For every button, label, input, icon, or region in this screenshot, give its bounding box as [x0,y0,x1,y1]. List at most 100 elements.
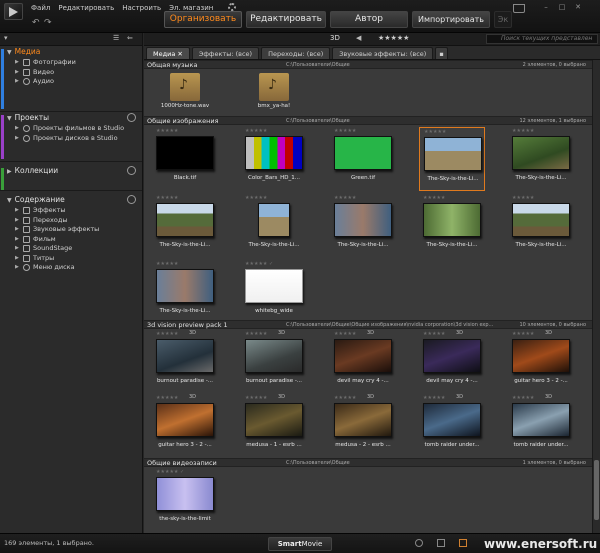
rating-stars[interactable]: ★★★★★ [156,395,178,401]
media-tile[interactable]: bmx_ya-ha! [241,71,307,113]
media-tile[interactable]: ★★★★★ 3D guitar hero 3 - 2 -... [152,394,218,458]
tab-media[interactable]: Медиа ✕ [146,47,190,59]
bookmark-icon[interactable]: ▾ [4,34,8,42]
media-tile[interactable]: ★★★★★ The-Sky-is-the-Li... [241,194,307,258]
sidebar-item-video[interactable]: ▶ Видео [7,68,142,78]
media-tile[interactable]: ★★★★★ Color_Bars_HD_1... [241,127,307,191]
sidebar-content-title[interactable]: ▼ Содержание [7,194,142,206]
sidebar-item-titles[interactable]: ▶ Титры [7,254,142,264]
sidebar-item-movie-projects[interactable]: ▶ Проекты фильмов в Studio [7,124,142,134]
media-tile[interactable]: ★★★★★ 3D burnout paradise -... [152,330,218,394]
tab-export[interactable]: Эк [494,11,512,28]
undo-icon[interactable]: ↶ [32,18,40,28]
tab-import[interactable]: Импортировать [412,11,490,28]
rating-stars[interactable]: ★★★★★ [512,128,534,134]
tab-organize[interactable]: Организовать [164,11,242,28]
rating-stars[interactable]: ★★★★★ [334,128,356,134]
new-tab-icon[interactable]: ▪ [435,47,448,59]
rating-stars[interactable]: ★★★★★ [156,261,178,267]
media-tile[interactable]: ★★★★★ 3D tomb raider under... [419,394,485,458]
media-tile[interactable]: ★★★★★ Green.tif [330,127,396,191]
rating-stars[interactable]: ★★★★★ [245,395,267,401]
menu-file[interactable]: Файл [31,4,50,12]
media-tile[interactable]: ★★★★★ Black.tif [152,127,218,191]
smartmovie-button[interactable]: SmartMovie [268,537,332,551]
media-tile[interactable]: ★★★★★ The-Sky-is-the-Li... [419,127,485,191]
media-tile[interactable]: ★★★★★ ✓ the-sky-is-the-limit [152,468,218,532]
rating-stars[interactable]: ★★★★★ [334,395,356,401]
media-tile[interactable]: ★★★★★ 3D medusa - 1 - esrb ... [241,394,307,458]
cart-icon[interactable] [513,4,525,13]
search-icon[interactable] [127,195,136,204]
rating-stars[interactable]: ★★★★★ [245,195,267,201]
tab-edit[interactable]: Редактировать [246,11,326,28]
media-tile[interactable]: ★★★★★ The-Sky-is-the-Li... [152,260,218,324]
navigator-icon[interactable]: ⇐ [127,34,133,42]
media-tile[interactable]: ★★★★★ 3D guitar hero 3 - 2 -... [508,330,574,394]
rating-stars[interactable]: ★★★★★ [423,331,445,337]
vertical-scrollbar[interactable] [592,60,600,533]
grid-view-icon[interactable] [459,539,467,547]
group-header[interactable]: 3d vision preview pack 1 C:\Пользователи… [144,320,592,329]
sidebar-item-audio[interactable]: ▶ Аудио [7,77,142,87]
sidebar-projects-title[interactable]: ▼ Проекты [7,112,142,124]
group-header[interactable]: Общие изображения C:\Пользователи\Общие … [144,116,592,125]
sidebar-item-transitions[interactable]: ▶ Переходы [7,216,142,226]
rating-filter[interactable]: ★★★★★ [378,34,409,42]
minimize-icon[interactable]: – [540,3,552,12]
stereo-3d-filter[interactable]: 3D [330,34,340,42]
tab-transitions[interactable]: Переходы: (все) [261,47,331,59]
search-icon[interactable] [127,113,136,122]
sidebar-item-sound-effects[interactable]: ▶ Звуковые эффекты [7,225,142,235]
search-input[interactable]: Поиск текущих представлен [486,34,598,44]
rating-stars[interactable]: ★★★★★ ✓ [245,261,273,267]
gear-icon[interactable] [228,3,236,11]
tab-author[interactable]: Автор [330,11,408,28]
tab-sound-effects[interactable]: Звуковые эффекты: (все) [332,47,434,59]
copy-icon[interactable] [437,539,445,547]
sidebar-item-disc-projects[interactable]: ▶ Проекты дисков в Studio [7,134,142,144]
rating-stars[interactable]: ★★★★★ [423,395,445,401]
sidebar-item-disc-menu[interactable]: ▶ Меню диска [7,263,142,273]
group-header[interactable]: Общая музыка C:\Пользователи\Общие 2 эле… [144,60,592,69]
group-header[interactable]: Общие видеозаписи C:\Пользователи\Общие … [144,458,592,467]
maximize-icon[interactable]: □ [556,3,568,12]
media-tile[interactable]: ★★★★★ 3D burnout paradise -... [241,330,307,394]
rating-stars[interactable]: ★★★★★ [156,128,178,134]
media-tile[interactable]: ★★★★★ The-Sky-is-the-Li... [508,194,574,258]
media-tile[interactable]: ★★★★★ The-Sky-is-the-Li... [419,194,485,258]
menu-edit[interactable]: Редактировать [58,4,114,12]
rating-stars[interactable]: ★★★★★ [512,395,534,401]
sidebar-item-soundstage[interactable]: ▶ SoundStage [7,244,142,254]
rating-stars[interactable]: ★★★★★ [512,195,534,201]
media-tile[interactable]: ★★★★★ The-Sky-is-the-Li... [152,194,218,258]
sidebar-media-title[interactable]: ▼ Медиа [7,46,142,58]
close-icon[interactable]: ✕ [572,3,584,12]
media-tile[interactable]: ★★★★★ The-Sky-is-the-Li... [508,127,574,191]
media-tile[interactable]: ★★★★★ ✓ whitebg_wide [241,260,307,324]
tab-effects[interactable]: Эффекты: (все) [191,47,260,59]
list-view-icon[interactable]: ☰ [113,34,119,42]
search-icon[interactable] [127,166,136,175]
rating-stars[interactable]: ★★★★★ ✓ [156,469,184,475]
media-tile[interactable]: ★★★★★ 3D devil may cry 4 -... [330,330,396,394]
rating-stars[interactable]: ★★★★★ [512,331,534,337]
rating-stars[interactable]: ★★★★★ [156,331,178,337]
tag-filter-icon[interactable]: ◀ [356,34,361,42]
sidebar-item-movie[interactable]: ▶ Фильм [7,235,142,245]
redo-icon[interactable]: ↷ [44,18,52,28]
rating-stars[interactable]: ★★★★★ [245,128,267,134]
rating-stars[interactable]: ★★★★★ [423,195,445,201]
media-tile[interactable]: 1000Hz-tone.wav [152,71,218,113]
rating-stars[interactable]: ★★★★★ [334,195,356,201]
sidebar-collections-title[interactable]: ▶ Коллекции [7,165,142,177]
rating-stars[interactable]: ★★★★★ [334,331,356,337]
rating-stars[interactable]: ★★★★★ [245,331,267,337]
info-icon[interactable] [415,539,423,547]
sidebar-item-photos[interactable]: ▶ Фотографии [7,58,142,68]
rating-stars[interactable]: ★★★★★ [156,195,178,201]
media-tile[interactable]: ★★★★★ 3D tomb raider under... [508,394,574,458]
media-tile[interactable]: ★★★★★ 3D medusa - 2 - esrb ... [330,394,396,458]
media-tile[interactable]: ★★★★★ The-Sky-is-the-Li... [330,194,396,258]
menu-settings[interactable]: Настроить [122,4,161,12]
